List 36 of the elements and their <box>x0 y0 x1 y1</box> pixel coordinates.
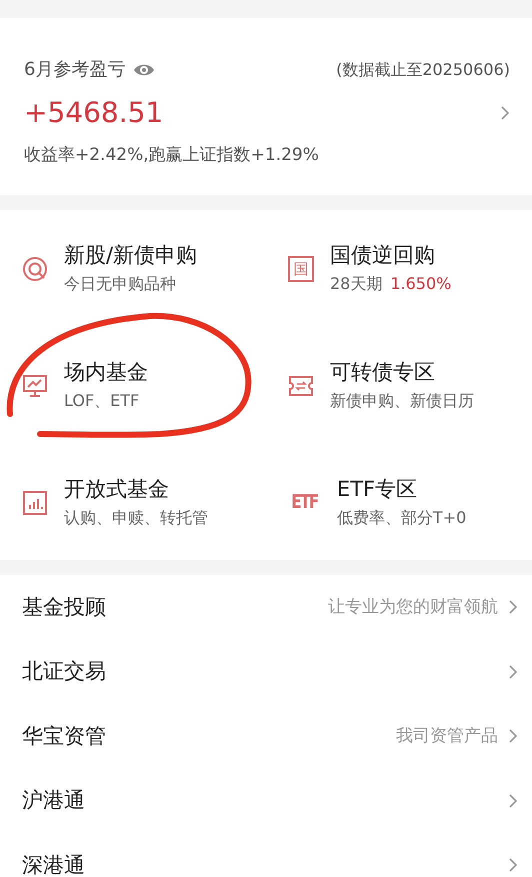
profit-amount: +5468.51 <box>24 99 164 127</box>
rate-value: 1.650% <box>390 274 452 293</box>
chevron-right-icon[interactable] <box>508 857 518 874</box>
chevron-right-icon[interactable] <box>508 664 518 680</box>
chevron-right-icon[interactable] <box>508 599 518 616</box>
feature-title[interactable]: 可转债专区 <box>330 360 474 385</box>
flag-icon: 国 <box>288 256 314 282</box>
eye-icon[interactable] <box>133 62 156 76</box>
feature-title[interactable]: ETF专区 <box>336 476 466 502</box>
etf-icon: ETF <box>291 488 318 517</box>
menu-item[interactable]: 华宝资管 <box>22 720 106 752</box>
monitor-icon <box>22 372 48 398</box>
feature-subtitle: 新债申购、新债日历 <box>330 390 474 412</box>
feature-title[interactable]: 新股/新债申购 <box>64 242 198 268</box>
chevron-right-icon[interactable] <box>508 728 518 744</box>
feature-subtitle: 认购、申赎、转托管 <box>64 508 208 528</box>
feature-subtitle: LOF、ETF <box>64 390 140 412</box>
feature-subtitle: 低费率、部分T+0 <box>336 508 466 528</box>
feature-subtitle: 28天期 <box>330 274 382 293</box>
menu-item[interactable]: 基金投顾 <box>22 592 106 623</box>
feature-title[interactable]: 国债逆回购 <box>330 242 452 268</box>
return-note: 收益率+2.42%,跑赢上证指数+1.29% <box>24 144 320 167</box>
menu-item[interactable]: 沪港通 <box>22 785 85 816</box>
data-date: (数据截止至20250606) <box>336 58 510 80</box>
menu-hint: 我司资管产品 <box>396 724 498 748</box>
chevron-right-icon[interactable] <box>500 105 510 121</box>
menu-item[interactable]: 北证交易 <box>22 656 106 688</box>
target-icon <box>22 256 48 282</box>
chevron-right-icon[interactable] <box>508 792 518 809</box>
feature-title[interactable]: 场内基金 <box>64 360 148 385</box>
feature-title[interactable]: 开放式基金 <box>64 476 208 502</box>
feature-subtitle: 今日无申购品种 <box>64 274 177 294</box>
menu-hint: 让专业为您的财富领航 <box>328 596 498 618</box>
profit-label: 6月参考盈亏 <box>24 58 126 82</box>
bar-chart-icon <box>22 490 48 516</box>
menu-item[interactable]: 深港通 <box>22 850 85 877</box>
